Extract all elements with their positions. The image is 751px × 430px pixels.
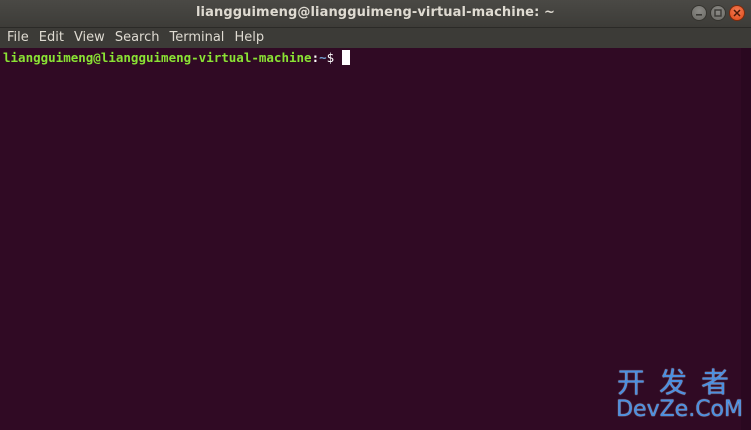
title-bar[interactable]: liangguimeng@liangguimeng-virtual-machin… (0, 0, 751, 28)
prompt-separator: : (311, 50, 320, 65)
window-title: liangguimeng@liangguimeng-virtual-machin… (195, 5, 556, 20)
prompt-user-host: liangguimeng@liangguimeng-virtual-machin… (3, 50, 312, 65)
close-button[interactable] (729, 5, 745, 21)
minimize-button[interactable] (691, 5, 707, 21)
menu-view[interactable]: View (70, 28, 109, 48)
menu-edit[interactable]: Edit (35, 28, 68, 48)
watermark-chinese: 开发者 (616, 366, 743, 399)
maximize-button[interactable] (710, 5, 726, 21)
watermark: 开发者 DevZe.CoM (593, 368, 743, 422)
minimize-icon (696, 14, 702, 16)
menu-file[interactable]: File (3, 28, 33, 48)
menu-bar: File Edit View Search Terminal Help (0, 28, 751, 48)
menu-help[interactable]: Help (230, 28, 268, 48)
menu-terminal[interactable]: Terminal (165, 28, 228, 48)
close-icon (733, 9, 741, 17)
prompt-sign: $ (326, 50, 335, 65)
terminal-window: liangguimeng@liangguimeng-virtual-machin… (0, 0, 751, 430)
prompt-path: ~ (319, 50, 327, 65)
text-cursor (342, 50, 351, 65)
menu-search[interactable]: Search (111, 28, 164, 48)
maximize-icon (714, 9, 722, 17)
window-controls (691, 5, 745, 21)
watermark-site: DevZe.CoM (616, 397, 743, 422)
